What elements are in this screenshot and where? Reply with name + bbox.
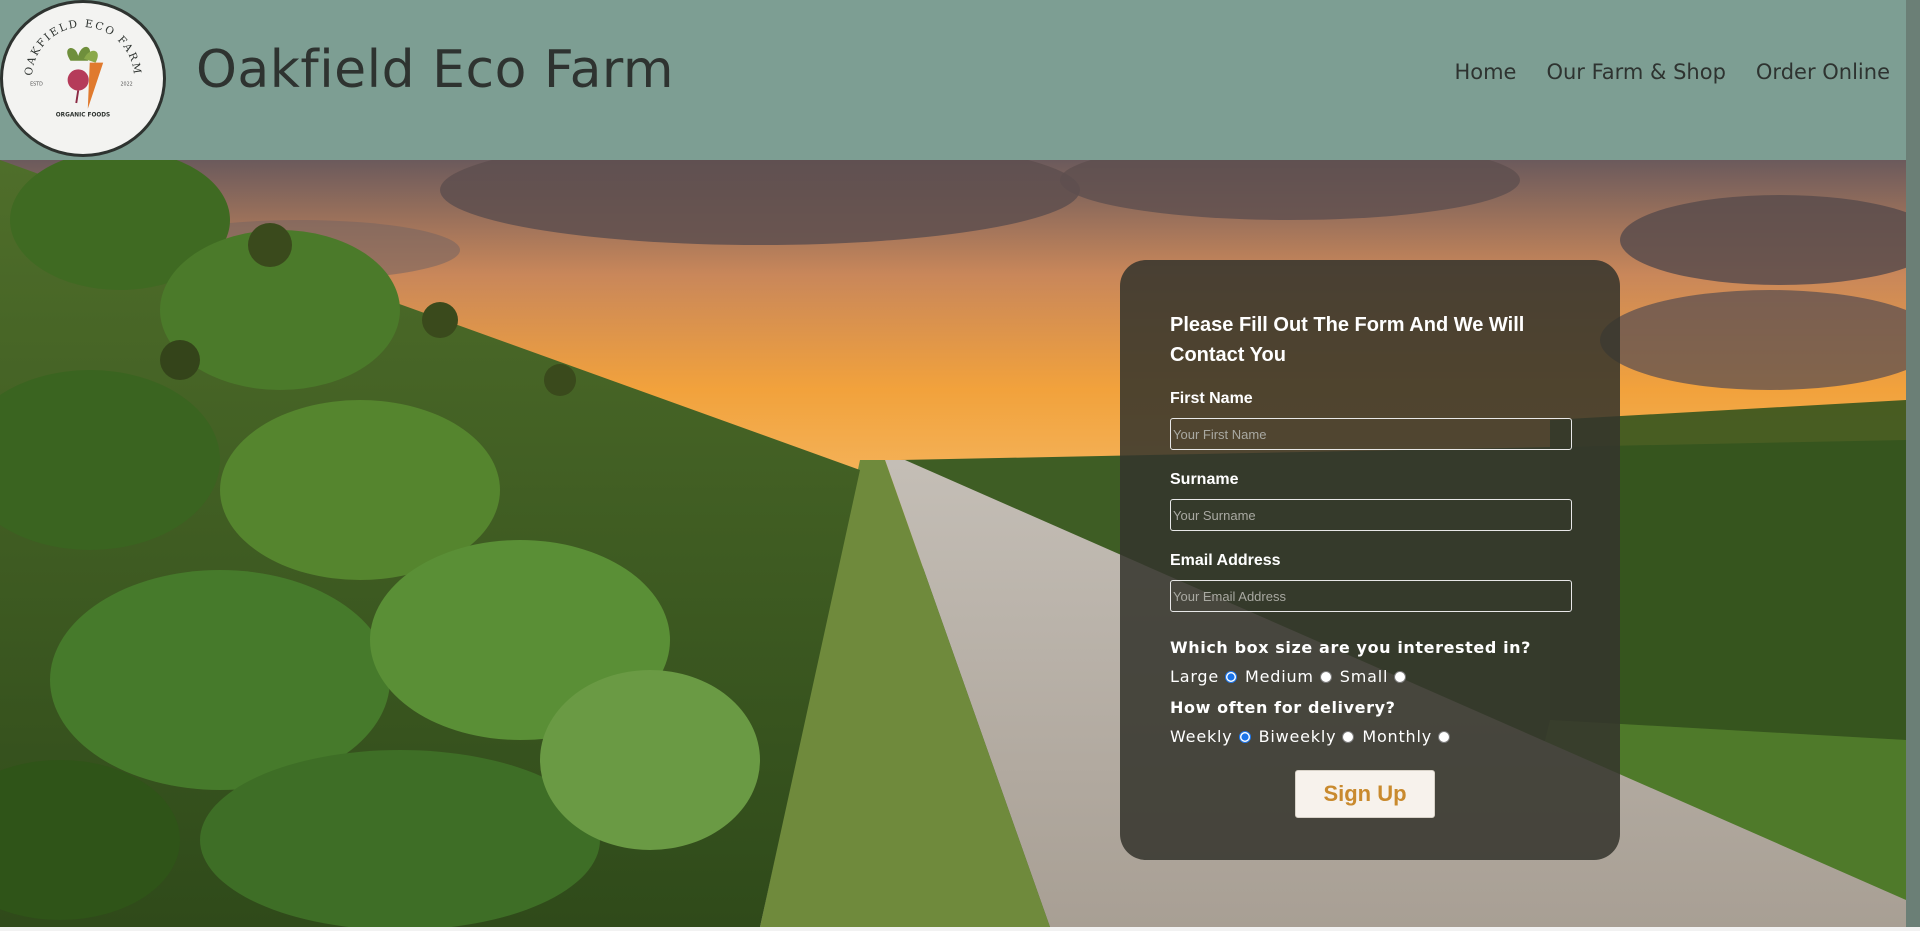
delivery-label-weekly: Weekly bbox=[1170, 727, 1233, 746]
delivery-label-monthly: Monthly bbox=[1362, 727, 1433, 746]
carrot-radish-logo-icon: OAKFIELD ECO FARM ESTD 2022 ORGANIC FOOD… bbox=[23, 18, 143, 119]
logo-est-year: 2022 bbox=[121, 82, 133, 88]
svg-text:OAKFIELD ECO FARM: OAKFIELD ECO FARM bbox=[23, 18, 143, 76]
nav-home[interactable]: Home bbox=[1454, 60, 1516, 84]
box-size-radio-large[interactable] bbox=[1225, 670, 1238, 683]
hero-image bbox=[0, 160, 1906, 927]
box-size-question: Which box size are you interested in? bbox=[1170, 638, 1532, 657]
delivery-radio-monthly[interactable] bbox=[1438, 730, 1451, 743]
logo-tagline: ORGANIC FOODS bbox=[56, 112, 110, 118]
first-name-label: First Name bbox=[1170, 390, 1253, 407]
delivery-radio-biweekly[interactable] bbox=[1342, 730, 1355, 743]
delivery-question: How often for delivery? bbox=[1170, 698, 1396, 717]
site-title: Oakfield Eco Farm bbox=[196, 40, 675, 100]
box-size-label-small: Small bbox=[1339, 667, 1389, 686]
delivery-label-biweekly: Biweekly bbox=[1258, 727, 1337, 746]
main-nav: Home Our Farm & Shop Order Online bbox=[1454, 60, 1890, 84]
nav-our-farm-shop[interactable]: Our Farm & Shop bbox=[1546, 60, 1725, 84]
box-size-radio-medium[interactable] bbox=[1319, 670, 1332, 683]
delivery-options: Weekly Biweekly Monthly bbox=[1170, 727, 1458, 746]
email-label: Email Address bbox=[1170, 552, 1281, 569]
box-size-label-medium: Medium bbox=[1245, 667, 1314, 686]
delivery-radio-weekly[interactable] bbox=[1238, 730, 1251, 743]
sunflower-field-sunset-image bbox=[0, 160, 1906, 927]
farm-logo[interactable]: OAKFIELD ECO FARM ESTD 2022 ORGANIC FOOD… bbox=[0, 0, 166, 157]
nav-order-online[interactable]: Order Online bbox=[1756, 60, 1890, 84]
surname-input[interactable] bbox=[1170, 499, 1572, 531]
scrollbar[interactable] bbox=[1906, 0, 1920, 931]
box-size-label-large: Large bbox=[1170, 667, 1220, 686]
box-size-options: Large Medium Small bbox=[1170, 667, 1414, 686]
email-input[interactable] bbox=[1170, 580, 1572, 612]
site-header: OAKFIELD ECO FARM ESTD 2022 ORGANIC FOOD… bbox=[0, 0, 1920, 160]
logo-est-label: ESTD bbox=[30, 82, 43, 88]
contact-form-panel: Please Fill Out The Form And We Will Con… bbox=[1120, 260, 1620, 860]
logo-ring-text: OAKFIELD ECO FARM bbox=[23, 18, 141, 76]
first-name-input[interactable] bbox=[1170, 418, 1572, 450]
form-title: Please Fill Out The Form And We Will Con… bbox=[1170, 314, 1525, 366]
box-size-radio-small[interactable] bbox=[1394, 670, 1407, 683]
sign-up-button[interactable]: Sign Up bbox=[1295, 770, 1435, 818]
surname-label: Surname bbox=[1170, 471, 1239, 488]
page-bottom-edge bbox=[0, 927, 1920, 931]
